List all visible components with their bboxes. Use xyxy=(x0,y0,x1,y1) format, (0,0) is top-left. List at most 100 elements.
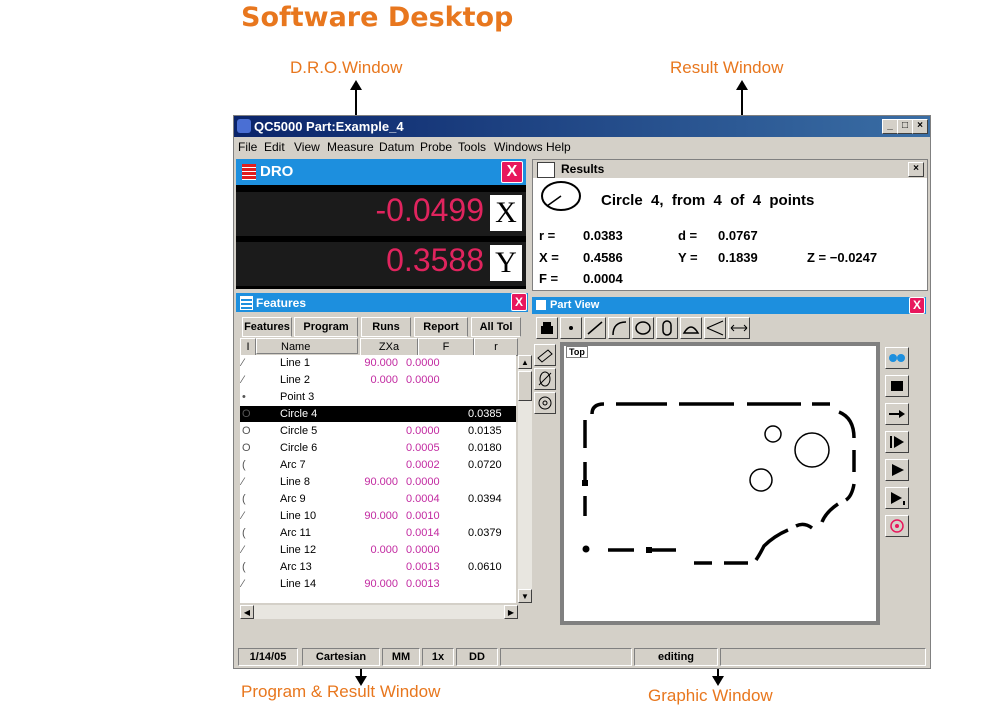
results-y-value: 0.1839 xyxy=(718,250,758,265)
stop-button[interactable] xyxy=(885,375,909,397)
part-view-close-button[interactable]: X xyxy=(909,297,925,314)
play-icon xyxy=(892,464,904,476)
slot-tool-button[interactable] xyxy=(656,317,678,339)
binoculars-button[interactable] xyxy=(885,347,909,369)
column-header-name[interactable]: Name xyxy=(256,338,358,354)
feature-row[interactable]: • Point 3 xyxy=(240,389,516,405)
point-tool-button[interactable] xyxy=(560,317,582,339)
play-button[interactable] xyxy=(885,459,909,481)
line-tool-button[interactable] xyxy=(584,317,606,339)
results-title: Results xyxy=(561,162,605,176)
tab-features[interactable]: Features xyxy=(242,317,292,337)
feature-row[interactable]: ⁄ Line 8 90.000 0.0000 xyxy=(240,474,516,490)
feature-list-horizontal-scrollbar[interactable]: ◀ ▶ xyxy=(240,605,518,619)
tab-all-tol[interactable]: All Tol xyxy=(471,317,521,337)
features-header[interactable]: Features X xyxy=(236,293,528,312)
feature-row[interactable]: ⁄ Line 2 0.000 0.0000 xyxy=(240,372,516,388)
menu-tools[interactable]: Tools xyxy=(458,140,486,154)
scroll-up-button[interactable]: ▲ xyxy=(518,355,532,369)
feature-row[interactable]: (Arc 7 0.0002 0.0720 xyxy=(240,457,516,473)
line-icon: ⁄ xyxy=(242,578,244,590)
results-z-value: Z = −0.0247 xyxy=(807,250,878,265)
stop-icon xyxy=(891,381,903,391)
angle-tool-button[interactable] xyxy=(704,317,726,339)
column-header-r[interactable]: r xyxy=(474,338,518,356)
status-units[interactable]: MM xyxy=(382,648,420,666)
play-step-button[interactable] xyxy=(885,487,909,509)
feature-row[interactable]: ⁄ Line 14 90.000 0.0013 xyxy=(240,576,516,592)
menu-view[interactable]: View xyxy=(294,140,320,154)
scroll-left-button[interactable]: ◀ xyxy=(240,605,254,619)
menu-datum[interactable]: Datum xyxy=(379,140,414,154)
menu-measure[interactable]: Measure xyxy=(327,140,374,154)
distance-icon xyxy=(682,326,700,334)
status-zoom[interactable]: 1x xyxy=(422,648,454,666)
dro-x-axis-button[interactable]: X xyxy=(490,195,522,231)
feature-f: 0.0002 xyxy=(406,459,440,471)
dro-close-button[interactable]: X xyxy=(501,161,523,183)
arc-tool-button[interactable] xyxy=(608,317,630,339)
part-view-header[interactable]: Part View X xyxy=(532,297,926,314)
feature-row[interactable]: O Circle 6 0.0005 0.0180 xyxy=(240,440,516,456)
results-summary: Circle 4, from 4 of 4 points xyxy=(601,192,815,209)
feature-name: Line 10 xyxy=(280,510,317,522)
dro-y-axis-button[interactable]: Y xyxy=(490,245,522,281)
menu-edit[interactable]: Edit xyxy=(264,140,285,154)
status-angle-format[interactable]: DD xyxy=(456,648,498,666)
results-icon xyxy=(537,162,555,178)
diameter-tool-button[interactable] xyxy=(534,368,556,390)
feature-list-vertical-scrollbar[interactable]: ▲ ▼ xyxy=(518,355,532,603)
column-header-zxa[interactable]: ZXa xyxy=(360,338,418,356)
menu-probe[interactable]: Probe xyxy=(420,140,452,154)
status-coordinate-system[interactable]: Cartesian xyxy=(302,648,380,666)
feature-name: Line 1 xyxy=(280,357,310,369)
feature-row[interactable]: O Circle 4 0.0385 xyxy=(240,406,516,422)
feature-f: 0.0000 xyxy=(406,544,440,556)
feature-row[interactable]: ⁄ Line 12 0.000 0.0000 xyxy=(240,542,516,558)
results-close-button[interactable]: × xyxy=(908,162,924,177)
probe-tool-button[interactable] xyxy=(536,317,558,339)
scroll-right-button[interactable]: ▶ xyxy=(504,605,518,619)
menu-file[interactable]: File xyxy=(238,140,257,154)
square-tool-button[interactable] xyxy=(534,344,556,366)
minimize-button[interactable]: _ xyxy=(882,119,898,134)
dro-header[interactable]: DRO X xyxy=(236,159,526,185)
step-button[interactable] xyxy=(885,403,909,425)
pause-play-button[interactable] xyxy=(885,431,909,453)
vertical-scroll-thumb[interactable] xyxy=(518,371,532,401)
feature-row[interactable]: (Arc 13 0.0013 0.0610 xyxy=(240,559,516,575)
feature-row[interactable]: O Circle 5 0.0000 0.0135 xyxy=(240,423,516,439)
results-header[interactable]: Results × xyxy=(533,160,927,178)
feature-f: 0.0000 xyxy=(406,425,440,437)
target-icon xyxy=(538,396,552,410)
feature-row[interactable]: (Arc 9 0.0004 0.0394 xyxy=(240,491,516,507)
tab-runs[interactable]: Runs xyxy=(361,317,411,337)
menu-help[interactable]: Help xyxy=(546,140,571,154)
tab-program[interactable]: Program xyxy=(294,317,358,337)
feature-row[interactable]: ⁄ Line 1 90.000 0.0000 xyxy=(240,355,516,371)
distance-tool-button[interactable] xyxy=(680,317,702,339)
feature-row[interactable]: (Arc 11 0.0014 0.0379 xyxy=(240,525,516,541)
feature-row[interactable]: ⁄ Line 10 90.000 0.0010 xyxy=(240,508,516,524)
scroll-down-button[interactable]: ▼ xyxy=(518,589,532,603)
graphic-canvas[interactable]: Top xyxy=(564,346,876,621)
target-circle-button[interactable] xyxy=(885,515,909,537)
column-header-f[interactable]: F xyxy=(418,338,474,356)
close-window-button[interactable]: × xyxy=(912,119,928,134)
title-bar[interactable]: QC5000 Part:Example_4 _ □ × xyxy=(234,116,930,137)
feature-r: 0.0394 xyxy=(468,493,502,505)
width-tool-button[interactable] xyxy=(728,317,750,339)
part-drawing xyxy=(582,402,856,565)
circle-icon: O xyxy=(242,442,251,454)
part-view-title: Part View xyxy=(550,299,600,311)
tab-report[interactable]: Report xyxy=(414,317,468,337)
column-header-icon[interactable]: I xyxy=(240,338,256,356)
results-panel: Results × Circle 4, from 4 of 4 points r… xyxy=(532,159,928,291)
circle-icon: O xyxy=(242,408,251,420)
features-close-button[interactable]: X xyxy=(511,293,527,311)
menu-windows[interactable]: Windows xyxy=(494,140,543,154)
maximize-button[interactable]: □ xyxy=(897,119,913,134)
feature-zxa: 90.000 xyxy=(364,476,398,488)
circle-tool-button[interactable] xyxy=(632,317,654,339)
target-tool-button[interactable] xyxy=(534,392,556,414)
